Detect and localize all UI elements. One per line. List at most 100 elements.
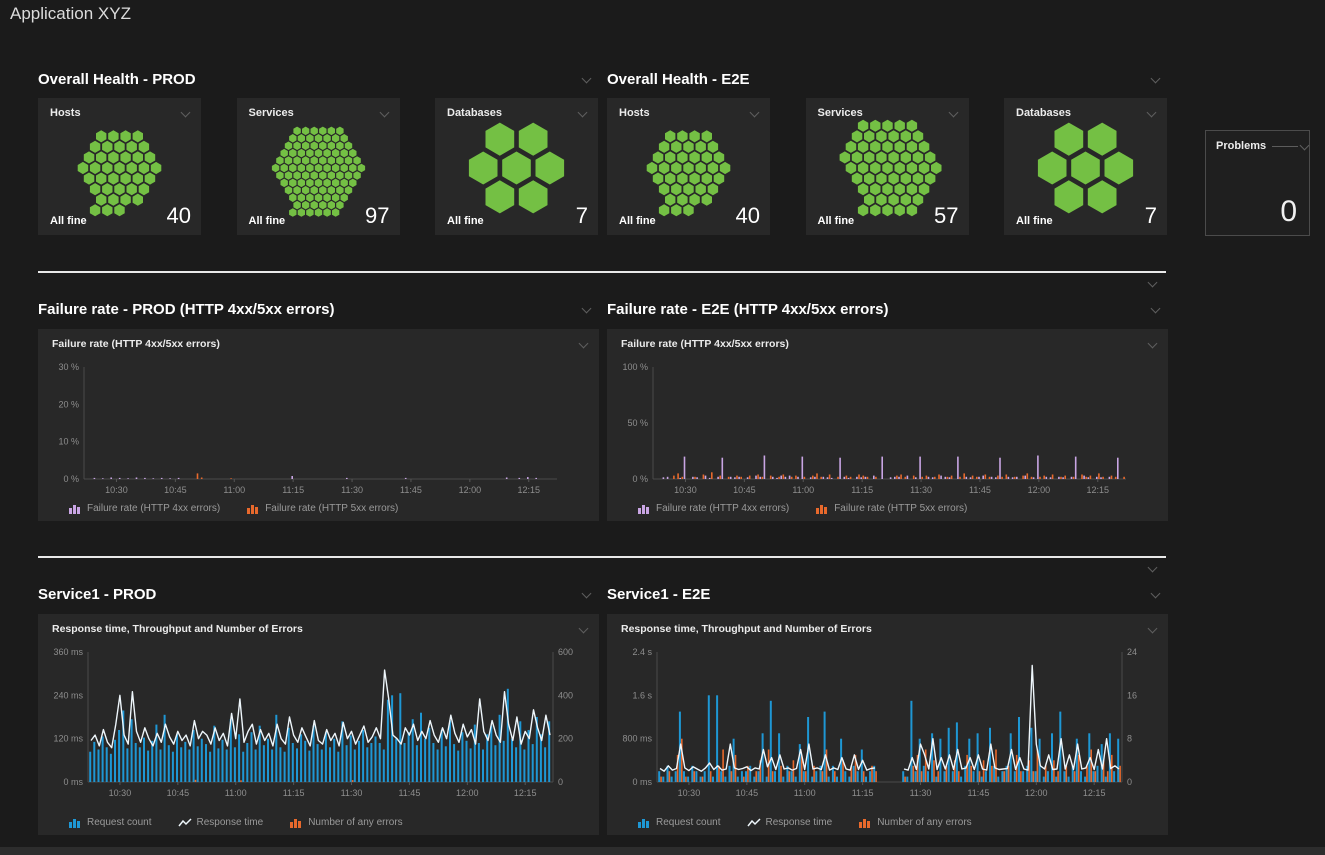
svg-text:50 %: 50 % <box>627 418 648 428</box>
svg-text:11:45: 11:45 <box>398 788 420 798</box>
chevron-down-icon[interactable] <box>1145 106 1159 120</box>
legend-label: Request count <box>656 817 721 828</box>
legend-label: Failure rate (HTTP 4xx errors) <box>87 503 220 514</box>
legend-item-bar[interactable]: Failure rate (HTTP 4xx errors) <box>68 503 220 514</box>
chevron-down-icon[interactable] <box>1298 139 1312 153</box>
service-metrics-chart: 360 ms240 ms120 ms0 ms600400200010:3010:… <box>44 640 593 808</box>
chart-legend: Failure rate (HTTP 4xx errors) Failure ra… <box>637 503 967 514</box>
entity-count: 7 <box>1145 205 1157 227</box>
svg-text:11:15: 11:15 <box>851 485 873 495</box>
legend-label: Response time <box>766 817 833 828</box>
chart-title: Failure rate (HTTP 4xx/5xx errors) <box>621 338 789 350</box>
legend-item-bar[interactable]: Number of any errors <box>858 817 971 828</box>
svg-text:10:45: 10:45 <box>164 485 187 495</box>
problems-count: 0 <box>1280 195 1297 229</box>
svg-text:16: 16 <box>1127 690 1137 700</box>
section-header-failure-prod: Failure rate - PROD (HTTP 4xx/5xx errors… <box>38 300 594 318</box>
svg-text:11:45: 11:45 <box>967 788 989 798</box>
chart-title: Failure rate (HTTP 4xx/5xx errors) <box>52 338 220 350</box>
database-hexagons <box>1004 120 1167 218</box>
legend-item-line[interactable]: Response time <box>178 817 264 828</box>
section-title: Service1 - PROD <box>38 586 156 603</box>
legend-item-bar[interactable]: Failure rate (HTTP 5xx errors) <box>246 503 398 514</box>
svg-text:200: 200 <box>558 734 573 744</box>
svg-text:0 ms: 0 ms <box>63 777 83 787</box>
status-label: All fine <box>818 215 855 227</box>
chevron-down-icon[interactable] <box>748 106 762 120</box>
section-header-service-e2e: Service1 - E2E <box>607 585 1163 603</box>
chevron-down-icon[interactable] <box>947 106 961 120</box>
failure-rate-chart: 100 %50 %0 %10:3010:4511:0011:1511:3011:… <box>613 355 1162 505</box>
health-tile-services-prod[interactable]: Services All fine97 <box>237 98 400 235</box>
chevron-down-icon[interactable] <box>1146 622 1160 636</box>
svg-text:0 %: 0 % <box>63 474 79 484</box>
chevron-down-icon[interactable] <box>1149 302 1163 316</box>
legend-item-bar[interactable]: Number of any errors <box>289 817 402 828</box>
chart-title: Response time, Throughput and Number of … <box>52 623 303 635</box>
next-row-peek <box>0 847 1325 855</box>
svg-text:24: 24 <box>1127 647 1137 657</box>
database-hexagons <box>435 120 598 218</box>
legend-item-bar[interactable]: Request count <box>68 817 152 828</box>
legend-item-bar[interactable]: Failure rate (HTTP 5xx errors) <box>815 503 967 514</box>
status-label: All fine <box>50 215 87 227</box>
svg-text:10:45: 10:45 <box>736 788 759 798</box>
chevron-down-icon[interactable] <box>1149 72 1163 86</box>
svg-text:1.6 s: 1.6 s <box>632 690 652 700</box>
svg-text:600: 600 <box>558 647 573 657</box>
chevron-down-icon[interactable] <box>577 337 591 351</box>
service-metrics-chart: 2.4 s1.6 s800 ms0 ms24168010:3010:4511:0… <box>613 640 1162 808</box>
chevron-down-icon[interactable] <box>1146 561 1160 575</box>
legend-item-bar[interactable]: Failure rate (HTTP 4xx errors) <box>637 503 789 514</box>
health-tile-databases-e2e[interactable]: Databases All fine7 <box>1004 98 1167 235</box>
section-title: Overall Health - E2E <box>607 71 750 88</box>
svg-text:0 ms: 0 ms <box>632 777 652 787</box>
svg-text:11:00: 11:00 <box>794 788 816 798</box>
health-tiles-e2e: Hosts All fine40 Services All fine57 Dat… <box>607 98 1167 235</box>
chevron-down-icon[interactable] <box>1149 587 1163 601</box>
svg-text:0: 0 <box>558 777 563 787</box>
entity-count: 40 <box>167 205 191 227</box>
svg-text:360 ms: 360 ms <box>53 647 83 657</box>
chevron-down-icon[interactable] <box>576 106 590 120</box>
svg-text:10:30: 10:30 <box>105 485 128 495</box>
legend-label: Failure rate (HTTP 5xx errors) <box>265 503 398 514</box>
legend-label: Number of any errors <box>308 817 402 828</box>
chevron-down-icon[interactable] <box>580 72 594 86</box>
svg-text:10:30: 10:30 <box>674 485 697 495</box>
tile-title: Databases <box>1016 107 1071 119</box>
svg-text:12:15: 12:15 <box>1086 485 1109 495</box>
legend-item-line[interactable]: Response time <box>747 817 833 828</box>
tile-title: Hosts <box>50 107 81 119</box>
legend-item-bar[interactable]: Request count <box>637 817 721 828</box>
chevron-down-icon[interactable] <box>580 587 594 601</box>
tile-title: Databases <box>447 107 502 119</box>
svg-text:0 %: 0 % <box>632 474 648 484</box>
chevron-down-icon[interactable] <box>580 302 594 316</box>
health-tile-hosts-e2e[interactable]: Hosts All fine40 <box>607 98 770 235</box>
chevron-down-icon[interactable] <box>179 106 193 120</box>
tile-title: Problems <box>1216 140 1266 152</box>
legend-label: Failure rate (HTTP 4xx errors) <box>656 503 789 514</box>
failure-rate-e2e-tile: Failure rate (HTTP 4xx/5xx errors) 100 %… <box>607 329 1168 521</box>
legend-label: Response time <box>197 817 264 828</box>
svg-text:400: 400 <box>558 690 573 700</box>
svg-text:12:15: 12:15 <box>1083 788 1106 798</box>
health-tile-hosts-prod[interactable]: Hosts All fine 40 <box>38 98 201 235</box>
problems-tile[interactable]: Problems 0 <box>1205 130 1310 236</box>
section-header-service-prod: Service1 - PROD <box>38 585 594 603</box>
page-title: Application XYZ <box>10 4 131 24</box>
health-tile-databases-prod[interactable]: Databases All fine7 <box>435 98 598 235</box>
svg-text:11:00: 11:00 <box>225 788 247 798</box>
svg-text:12:00: 12:00 <box>1028 485 1051 495</box>
svg-text:11:00: 11:00 <box>223 485 245 495</box>
chevron-down-icon[interactable] <box>577 622 591 636</box>
health-tile-services-e2e[interactable]: Services All fine57 <box>806 98 969 235</box>
chevron-down-icon[interactable] <box>378 106 392 120</box>
svg-text:120 ms: 120 ms <box>53 734 83 744</box>
chevron-down-icon[interactable] <box>1146 276 1160 290</box>
chevron-down-icon[interactable] <box>1146 337 1160 351</box>
svg-text:11:30: 11:30 <box>910 485 932 495</box>
tile-title: Services <box>818 107 863 119</box>
service-e2e-chart-tile: Response time, Throughput and Number of … <box>607 614 1168 835</box>
